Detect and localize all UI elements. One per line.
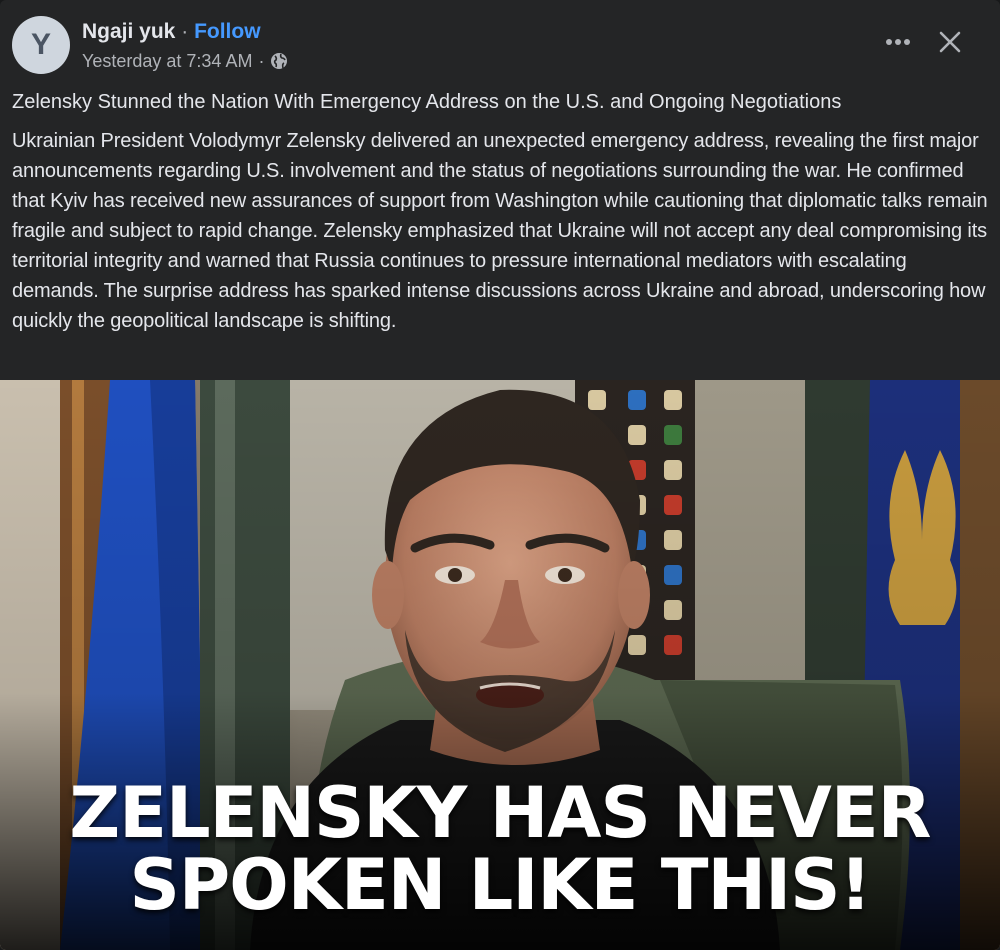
post-body-text: Ukrainian President Volodymyr Zelensky d… (12, 130, 988, 332)
author-row: Ngaji yuk · Follow (82, 18, 261, 46)
author-name[interactable]: Ngaji yuk (82, 20, 175, 43)
post-title: Zelensky Stunned the Nation With Emergen… (12, 91, 842, 113)
image-headline-line-1: ZELENSKY HAS NEVER (69, 772, 931, 854)
follow-button[interactable]: Follow (194, 20, 261, 43)
close-icon (939, 31, 961, 53)
post-image[interactable]: ZELENSKY HAS NEVER SPOKEN LIKE THIS! (0, 380, 1000, 950)
more-icon (886, 39, 910, 45)
post-timestamp[interactable]: Yesterday at 7:34 AM (82, 50, 252, 72)
post-card: Y Ngaji yuk · Follow Yesterday at 7:34 A… (0, 0, 1000, 950)
name-separator: · (181, 20, 189, 43)
image-headline-line-2: SPOKEN LIKE THIS! (129, 844, 871, 926)
globe-icon (270, 52, 288, 70)
close-button[interactable] (928, 22, 972, 62)
avatar-letter: Y (30, 28, 51, 61)
more-options-button[interactable] (876, 22, 920, 62)
post-meta: Yesterday at 7:34 AM · (82, 50, 288, 72)
avatar[interactable]: Y (12, 16, 70, 74)
meta-separator: · (258, 51, 265, 71)
post-header: Y Ngaji yuk · Follow Yesterday at 7:34 A… (0, 0, 1000, 82)
